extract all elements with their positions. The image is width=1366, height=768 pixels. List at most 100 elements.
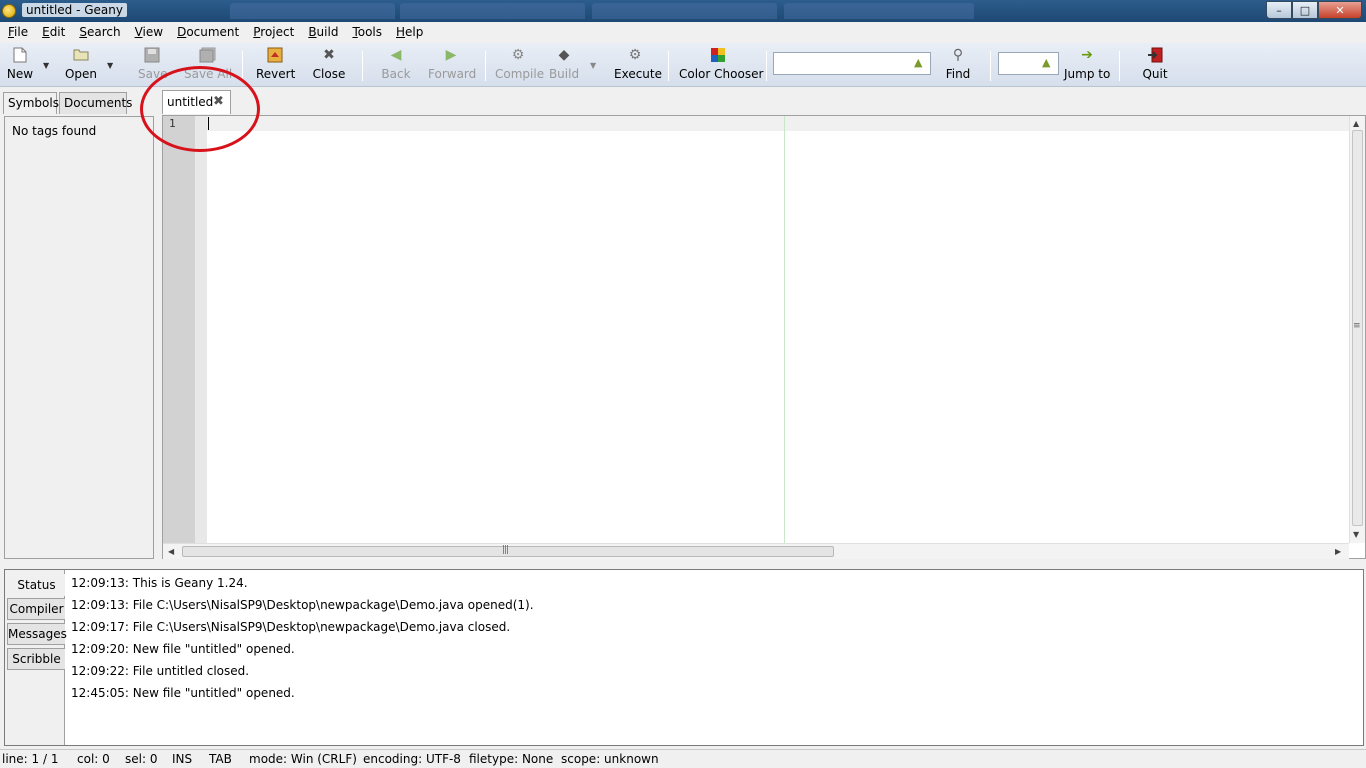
compile-button[interactable]: ⚙ Compile: [495, 47, 544, 85]
arrow-right-icon: ▶: [445, 47, 457, 63]
editor-tab-label: untitled: [167, 95, 214, 109]
new-button[interactable]: New: [6, 47, 34, 85]
toolbar-separator: [1119, 51, 1120, 81]
status-bar: line: 1 / 1 col: 0 sel: 0 INS TAB mode: …: [0, 749, 1366, 768]
scroll-left-arrow-icon[interactable]: ◀: [168, 547, 174, 556]
goto-line-input[interactable]: ▲: [998, 52, 1059, 75]
tab-status[interactable]: Status: [7, 574, 65, 596]
menu-project[interactable]: Project: [245, 22, 300, 43]
back-button[interactable]: ◀ Back: [380, 47, 412, 85]
save-button[interactable]: Save: [138, 47, 167, 85]
folder-open-icon: [73, 47, 89, 63]
color-palette-icon: [710, 47, 726, 63]
title-bar: untitled - Geany – □ ✕: [0, 0, 1366, 22]
text-caret: [208, 117, 209, 130]
tab-symbols[interactable]: Symbols: [3, 92, 59, 114]
maximize-button[interactable]: □: [1292, 1, 1318, 19]
minimize-button[interactable]: –: [1266, 1, 1292, 19]
execute-button[interactable]: ⚙ Execute: [614, 47, 662, 85]
scroll-right-arrow-icon[interactable]: ▶: [1335, 547, 1341, 556]
vertical-scrollbar[interactable]: ▲ ≡ ▼: [1349, 116, 1365, 543]
clear-goto-icon[interactable]: ▲: [1042, 57, 1054, 69]
open-button[interactable]: Open: [64, 47, 98, 85]
line-number-gutter: 1: [163, 116, 195, 543]
tab-documents[interactable]: Documents: [59, 92, 132, 114]
background-browser-tab: [400, 3, 585, 19]
jump-to-button[interactable]: ➔ Jump to: [1064, 47, 1110, 85]
fold-margin[interactable]: [195, 116, 207, 543]
menu-help[interactable]: Help: [388, 22, 429, 43]
status-filetype: filetype: None: [469, 752, 554, 766]
menu-search[interactable]: Search: [71, 22, 126, 43]
execute-gears-icon: ⚙: [628, 47, 642, 63]
message-tabs: Status Compiler Messages Scribble: [5, 570, 67, 745]
new-dropdown-arrow-icon[interactable]: ▼: [43, 61, 49, 70]
toolbar-separator: [668, 51, 669, 81]
menu-bar: File Edit Search View Document Project B…: [0, 22, 1366, 43]
status-line: line: 1 / 1: [2, 752, 59, 766]
tab-messages[interactable]: Messages: [7, 623, 67, 645]
symbols-panel: No tags found: [4, 116, 154, 559]
background-browser-tab: [784, 3, 974, 19]
save-all-button[interactable]: Save All: [184, 47, 232, 85]
log-line: 12:09:20: New file "untitled" opened.: [71, 642, 295, 656]
no-tags-message: No tags found: [12, 124, 97, 138]
build-button[interactable]: ◆ Build: [548, 47, 580, 85]
revert-button[interactable]: Revert: [256, 47, 295, 85]
find-button[interactable]: ⚲ Find: [944, 47, 972, 85]
build-brick-icon: ◆: [558, 47, 570, 63]
main-toolbar: New ▼ Open ▼ Save Save All Revert ✖ Clos…: [0, 43, 1366, 87]
close-tab-icon[interactable]: ✖: [213, 95, 226, 108]
message-window: Status Compiler Messages Scribble 12:09:…: [4, 569, 1364, 746]
new-file-icon: [12, 47, 28, 63]
color-chooser-button[interactable]: Color Chooser: [679, 47, 763, 85]
status-col: col: 0: [77, 752, 110, 766]
editor-tab-untitled[interactable]: untitled ✖: [162, 90, 231, 114]
jump-arrow-icon: ➔: [1081, 47, 1093, 63]
current-line-highlight: [207, 116, 1349, 131]
menu-build[interactable]: Build: [300, 22, 344, 43]
close-file-button[interactable]: ✖ Close: [312, 47, 346, 85]
log-line: 12:09:17: File C:\Users\NisalSP9\Desktop…: [71, 620, 511, 634]
magnifier-icon: ⚲: [952, 47, 964, 63]
open-dropdown-arrow-icon[interactable]: ▼: [107, 61, 113, 70]
scroll-grip-icon: ≡: [1353, 321, 1360, 331]
compile-icon: ⚙: [511, 47, 525, 63]
menu-document[interactable]: Document: [169, 22, 245, 43]
toolbar-separator: [485, 51, 486, 81]
geany-app-icon: [2, 4, 16, 18]
quit-button[interactable]: Quit: [1140, 47, 1170, 85]
status-insert-mode: INS: [172, 752, 193, 766]
clear-search-icon[interactable]: ▲: [914, 57, 926, 69]
build-dropdown-arrow-icon[interactable]: ▼: [590, 61, 596, 70]
tab-scribble[interactable]: Scribble: [7, 648, 65, 670]
status-eol-mode: mode: Win (CRLF): [249, 752, 357, 766]
status-indent: TAB: [209, 752, 232, 766]
menu-file[interactable]: File: [0, 22, 34, 43]
search-input[interactable]: ▲: [773, 52, 931, 75]
menu-view[interactable]: View: [127, 22, 169, 43]
background-browser-tab: [592, 3, 777, 19]
status-sel: sel: 0: [125, 752, 158, 766]
status-log: 12:09:13: This is Geany 1.24. 12:09:13: …: [71, 576, 534, 708]
close-window-button[interactable]: ✕: [1318, 1, 1362, 19]
menu-tools[interactable]: Tools: [344, 22, 388, 43]
toolbar-separator: [990, 51, 991, 81]
arrow-left-icon: ◀: [390, 47, 402, 63]
tab-compiler[interactable]: Compiler: [7, 598, 65, 620]
horizontal-scrollbar[interactable]: ◀ ||| ▶: [163, 543, 1349, 559]
save-all-disks-icon: [199, 47, 216, 63]
scroll-down-arrow-icon[interactable]: ▼: [1353, 530, 1359, 539]
toolbar-separator: [242, 51, 243, 81]
window-title: untitled - Geany: [22, 3, 127, 17]
menu-edit[interactable]: Edit: [34, 22, 71, 43]
code-editor[interactable]: 1 ▲ ≡ ▼ ◀ ||| ▶: [162, 115, 1366, 559]
log-line: 12:09:22: File untitled closed.: [71, 664, 250, 678]
status-scope: scope: unknown: [561, 752, 659, 766]
quit-exit-icon: [1147, 47, 1163, 63]
log-line: 12:09:13: File C:\Users\NisalSP9\Desktop…: [71, 598, 534, 612]
forward-button[interactable]: ▶ Forward: [428, 47, 476, 85]
scroll-grip-icon: |||: [502, 545, 509, 555]
sidebar-tabs: Symbols Documents: [0, 90, 160, 114]
scroll-up-arrow-icon[interactable]: ▲: [1353, 119, 1359, 128]
